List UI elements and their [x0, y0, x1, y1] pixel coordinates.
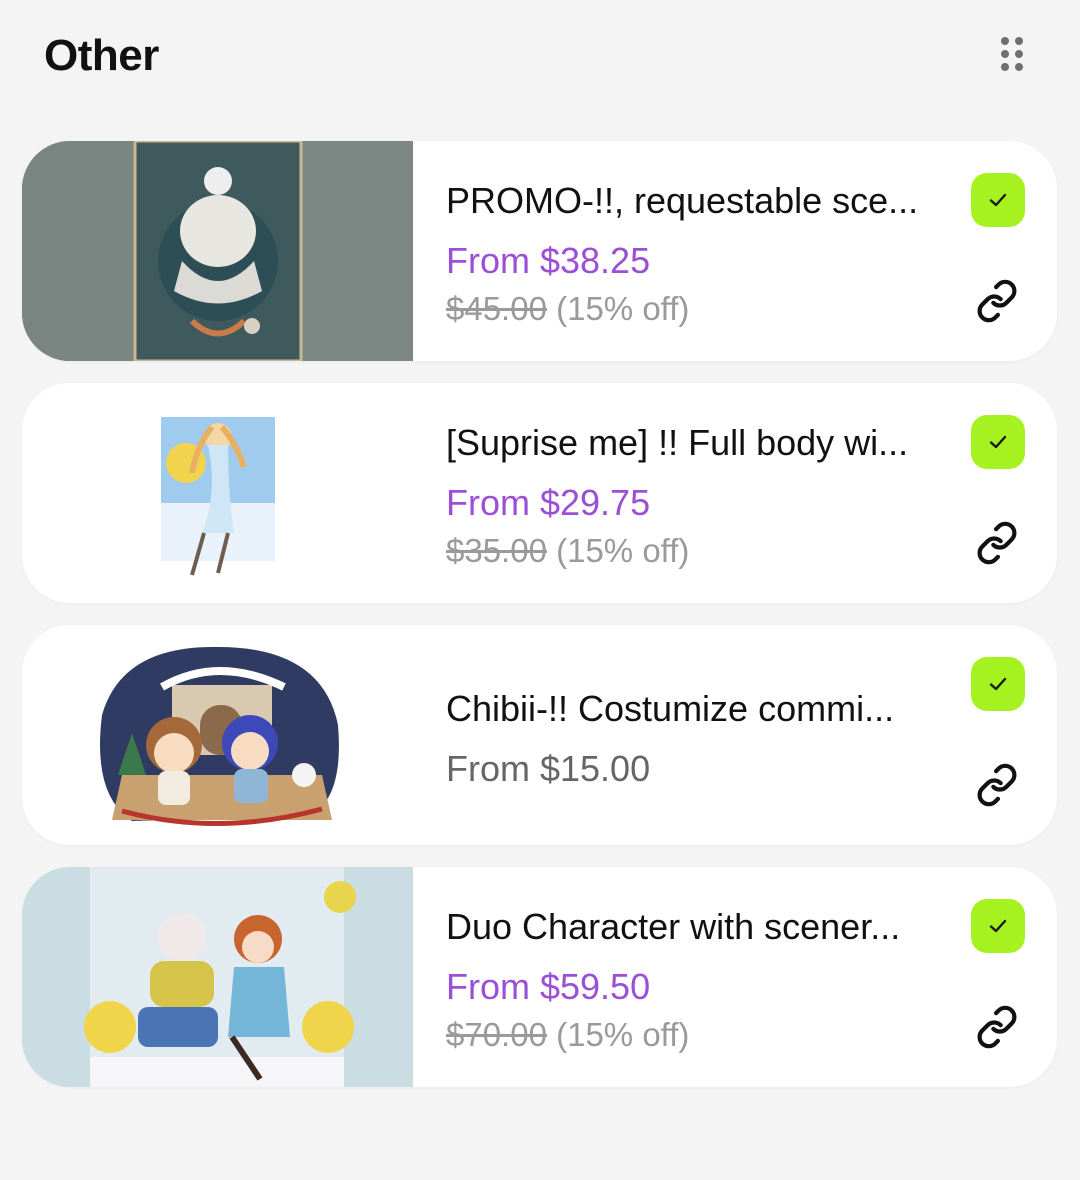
product-info: Chibii-!! Costumize commi... From $15.00: [446, 625, 947, 845]
check-icon[interactable]: [971, 415, 1025, 469]
product-card[interactable]: [Suprise me] !! Full body wi... From $29…: [22, 383, 1057, 603]
product-card[interactable]: PROMO-!!, requestable sce... From $38.25…: [22, 141, 1057, 361]
original-price: $70.00: [446, 1016, 547, 1053]
product-card[interactable]: Duo Character with scener... From $59.50…: [22, 867, 1057, 1087]
original-price-line: $35.00 (15% off): [446, 531, 689, 571]
discount-label: (15% off): [556, 290, 690, 327]
product-title[interactable]: Duo Character with scener...: [446, 905, 947, 949]
product-thumbnail: [22, 383, 413, 603]
check-icon[interactable]: [971, 899, 1025, 953]
product-thumbnail: [22, 867, 413, 1087]
product-info: [Suprise me] !! Full body wi... From $29…: [446, 383, 947, 603]
product-info: Duo Character with scener... From $59.50…: [446, 867, 947, 1087]
original-price: $35.00: [446, 532, 547, 569]
link-icon[interactable]: [975, 521, 1019, 565]
product-thumbnail: [22, 141, 413, 361]
link-icon[interactable]: [975, 1005, 1019, 1049]
original-price: $45.00: [446, 290, 547, 327]
section-title: Other: [44, 31, 159, 80]
discount-label: (15% off): [556, 1016, 690, 1053]
discount-label: (15% off): [556, 532, 690, 569]
original-price-line: $45.00 (15% off): [446, 289, 689, 329]
product-price: From $38.25: [446, 240, 651, 281]
product-price: From $15.00: [446, 748, 651, 789]
link-icon[interactable]: [975, 763, 1019, 807]
product-price: From $59.50: [446, 966, 651, 1007]
product-thumbnail: [22, 625, 413, 845]
check-icon[interactable]: [971, 657, 1025, 711]
original-price-line: $70.00 (15% off): [446, 1015, 689, 1055]
link-icon[interactable]: [975, 279, 1019, 323]
product-list: PROMO-!!, requestable sce... From $38.25…: [22, 141, 1057, 1109]
check-icon[interactable]: [971, 173, 1025, 227]
product-card[interactable]: Chibii-!! Costumize commi... From $15.00: [22, 625, 1057, 845]
section-header: Other: [44, 28, 1040, 84]
product-title[interactable]: PROMO-!!, requestable sce...: [446, 179, 947, 223]
product-title[interactable]: [Suprise me] !! Full body wi...: [446, 421, 947, 465]
product-title[interactable]: Chibii-!! Costumize commi...: [446, 687, 947, 731]
product-info: PROMO-!!, requestable sce... From $38.25…: [446, 141, 947, 361]
product-price: From $29.75: [446, 482, 651, 523]
drag-handle-icon[interactable]: [998, 34, 1028, 74]
